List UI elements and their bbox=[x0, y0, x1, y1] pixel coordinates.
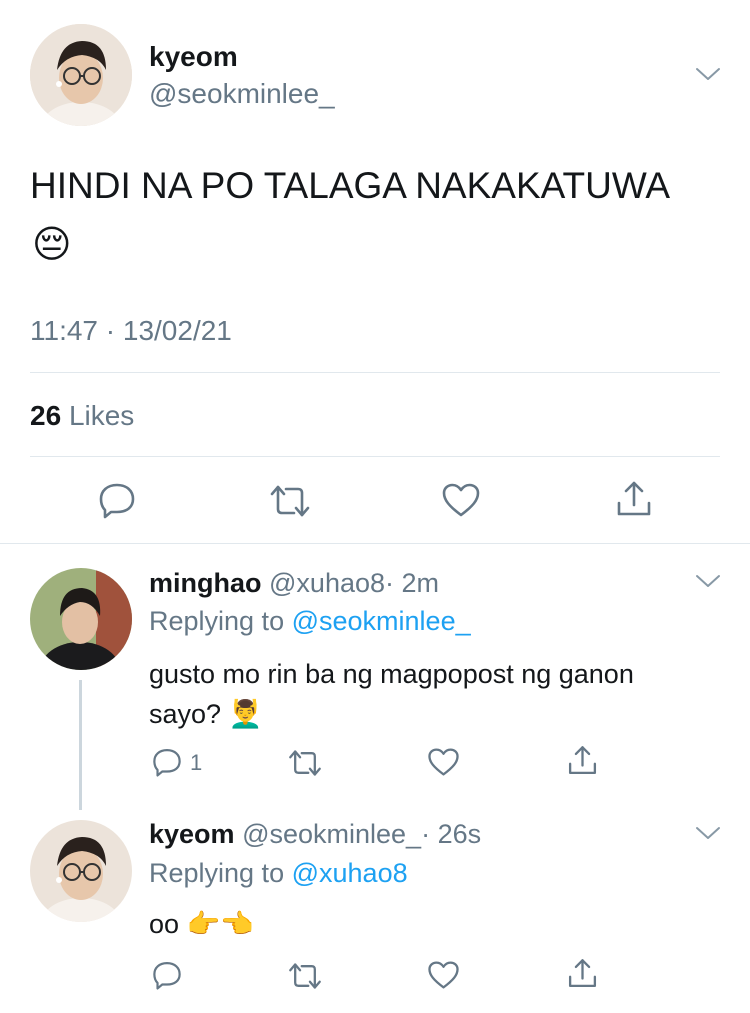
replying-to-label: Replying to bbox=[149, 858, 285, 888]
reply-author-name[interactable]: minghao bbox=[149, 568, 262, 598]
pointing-fingers-emoji: 👉👈 bbox=[186, 909, 254, 939]
reply-icon[interactable] bbox=[97, 481, 137, 519]
reply-time: · 26s bbox=[421, 819, 482, 849]
heart-icon[interactable] bbox=[427, 747, 460, 777]
section-divider bbox=[0, 543, 750, 544]
reply-text-line: oo bbox=[149, 909, 180, 939]
reply-count: 1 bbox=[190, 750, 203, 775]
chevron-down-icon[interactable] bbox=[695, 66, 721, 82]
reply-header: kyeom @seokminlee_· 26s bbox=[149, 819, 481, 850]
reply-avatar[interactable] bbox=[30, 568, 132, 670]
reply-icon[interactable] bbox=[151, 747, 183, 777]
thread-line bbox=[79, 680, 82, 810]
reply-author-handle[interactable]: @xuhao8 bbox=[269, 568, 385, 598]
author-avatar[interactable] bbox=[30, 24, 132, 126]
author-name[interactable]: kyeom bbox=[149, 41, 238, 73]
chevron-down-icon[interactable] bbox=[695, 825, 721, 841]
heart-icon[interactable] bbox=[427, 960, 460, 990]
reply-author-name[interactable]: kyeom bbox=[149, 819, 235, 849]
reply-time: · 2m bbox=[385, 568, 440, 598]
heart-icon[interactable] bbox=[441, 482, 481, 518]
retweet-icon[interactable] bbox=[287, 961, 323, 991]
reply-icon[interactable] bbox=[151, 960, 183, 990]
reply-text-line: sayo? bbox=[149, 699, 222, 729]
chevron-down-icon[interactable] bbox=[695, 573, 721, 589]
share-icon[interactable] bbox=[566, 957, 599, 990]
massage-emoji: 💆‍♂️ bbox=[228, 699, 263, 729]
reply-text: gusto mo rin ba ng magpopost ng ganon sa… bbox=[149, 654, 634, 734]
reply-text: oo 👉👈 bbox=[149, 904, 254, 944]
tweet-text: HINDI NA PO TALAGA NAKAKATUWA bbox=[30, 165, 671, 206]
share-icon[interactable] bbox=[566, 744, 599, 777]
reply-avatar[interactable] bbox=[30, 820, 132, 922]
replying-to: Replying to @xuhao8 bbox=[149, 858, 408, 889]
author-handle[interactable]: @seokminlee_ bbox=[149, 78, 335, 110]
likes-count: 26 bbox=[30, 400, 62, 431]
reply-author-handle[interactable]: @seokminlee_ bbox=[242, 819, 421, 849]
retweet-icon[interactable] bbox=[287, 748, 323, 778]
reply-header: minghao @xuhao8· 2m bbox=[149, 568, 439, 599]
divider bbox=[30, 456, 720, 457]
replying-to-link[interactable]: @seokminlee_ bbox=[292, 606, 471, 636]
likes-summary[interactable]: 26 Likes bbox=[30, 400, 134, 432]
likes-label: Likes bbox=[68, 400, 135, 431]
share-icon[interactable] bbox=[614, 479, 654, 519]
tweet-timestamp: 11:47 · 13/02/21 bbox=[30, 315, 232, 346]
replying-to: Replying to @seokminlee_ bbox=[149, 606, 471, 637]
retweet-icon[interactable] bbox=[268, 483, 312, 519]
divider bbox=[30, 372, 720, 373]
pensive-emoji: 😔 bbox=[32, 224, 72, 266]
reply-text-line: gusto mo rin ba ng magpopost ng ganon bbox=[149, 659, 634, 689]
replying-to-link[interactable]: @xuhao8 bbox=[292, 858, 408, 888]
replying-to-label: Replying to bbox=[149, 606, 285, 636]
